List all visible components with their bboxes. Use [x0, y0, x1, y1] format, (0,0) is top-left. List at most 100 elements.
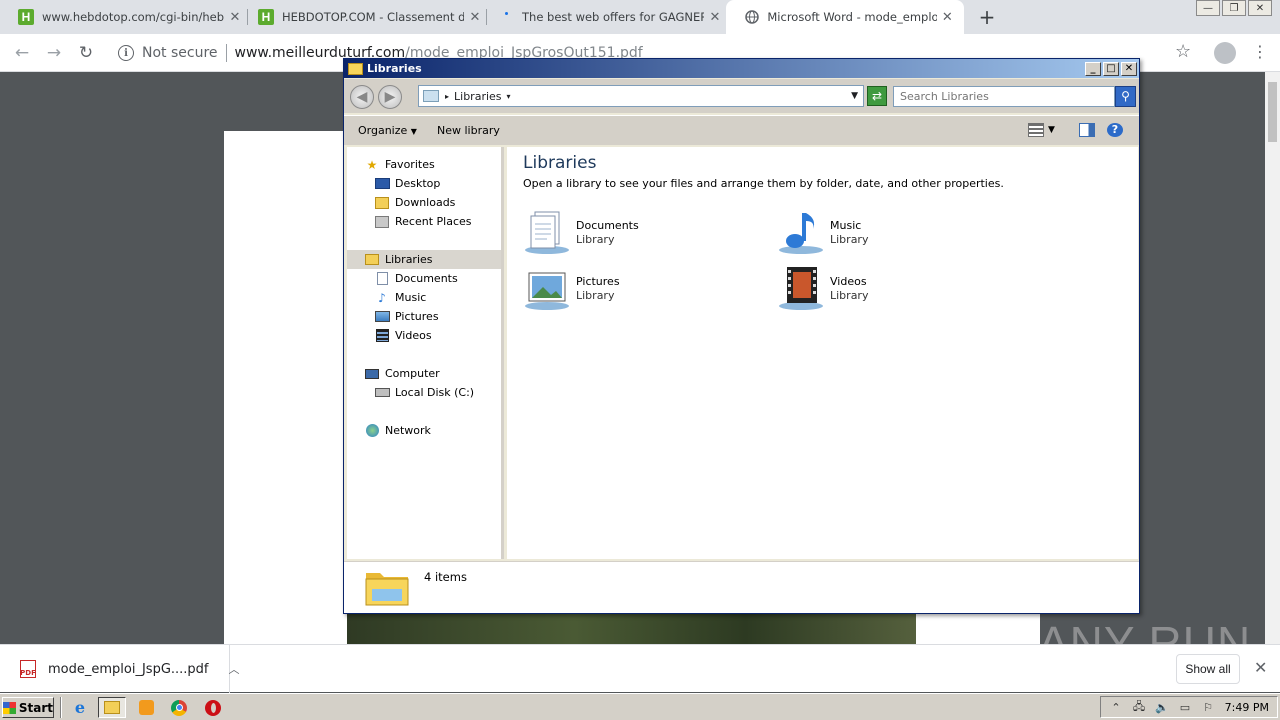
minimize-button[interactable]: —	[1196, 0, 1220, 16]
opera-icon[interactable]	[199, 697, 227, 718]
back-button[interactable]: ◀	[350, 85, 374, 109]
window-controls: — ❐ ✕	[1194, 0, 1272, 16]
tab-web-offers[interactable]: The best web offers for GAGNER AU ✕	[480, 0, 732, 34]
nav-favorites[interactable]: ★ Favorites	[364, 155, 435, 174]
help-icon[interactable]: ?	[1107, 123, 1123, 137]
documents-library-icon	[523, 209, 571, 255]
document-icon	[374, 272, 390, 286]
forward-arrow-icon[interactable]: →	[42, 41, 66, 65]
search-input[interactable]	[893, 86, 1115, 107]
explorer-window-controls: _ □ ✕	[1083, 61, 1139, 76]
command-bar: Organize ▼ New library ▼ ?	[344, 115, 1139, 145]
nav-pictures[interactable]: Pictures	[374, 307, 439, 326]
show-hidden-icons-icon[interactable]: ⌃	[1109, 701, 1123, 714]
download-item[interactable]: PDF mode_emploi_JspG....pdf ︿	[0, 645, 240, 693]
close-button[interactable]: ✕	[1121, 61, 1137, 76]
scrollbar-thumb[interactable]	[1268, 82, 1277, 142]
show-all-button[interactable]: Show all	[1176, 654, 1240, 684]
tab-title: The best web offers for GAGNER AU	[522, 10, 704, 24]
nav-music[interactable]: ♪ Music	[374, 288, 426, 307]
nav-libraries[interactable]: Libraries	[347, 250, 501, 269]
windows-logo-icon	[3, 701, 16, 714]
nav-label: Computer	[385, 367, 440, 380]
restore-button[interactable]: ❐	[1222, 0, 1246, 16]
start-label: Start	[18, 700, 53, 715]
start-button[interactable]: Start	[2, 697, 54, 718]
info-icon[interactable]: i	[118, 45, 134, 61]
close-icon[interactable]: ✕	[1254, 658, 1267, 677]
view-options-dropdown-icon[interactable]: ▼	[1048, 125, 1055, 135]
nav-videos[interactable]: Videos	[374, 326, 432, 345]
pdf-file-icon: PDF	[20, 660, 36, 678]
clock[interactable]: 7:49 PM	[1225, 701, 1269, 714]
search-icon[interactable]: ⚲	[1115, 86, 1136, 107]
library-music[interactable]: Music Library	[777, 209, 1017, 259]
minimize-button[interactable]: _	[1085, 61, 1101, 76]
content-description: Open a library to see your files and arr…	[523, 177, 1004, 190]
tab-hebdotop-classement[interactable]: H HEBDOTOP.COM - Classement de sit ✕	[240, 0, 492, 34]
forward-button[interactable]: ▶	[378, 85, 402, 109]
content-pane: Libraries Open a library to see your fil…	[507, 147, 1138, 559]
nav-local-disk[interactable]: Local Disk (C:)	[374, 383, 474, 402]
close-icon[interactable]: ✕	[941, 10, 954, 25]
network-globe-icon	[364, 424, 380, 438]
organize-button[interactable]: Organize ▼	[358, 124, 417, 137]
libraries-folder-icon	[364, 567, 410, 607]
library-documents[interactable]: Documents Library	[523, 209, 763, 259]
chrome-icon[interactable]	[165, 697, 193, 718]
download-file-name: mode_emploi_JspG....pdf	[48, 661, 209, 677]
refresh-button[interactable]: ⇄	[867, 86, 887, 106]
nav-downloads[interactable]: Downloads	[374, 193, 455, 212]
nav-desktop[interactable]: Desktop	[374, 174, 440, 193]
change-view-icon[interactable]	[1028, 123, 1044, 137]
tab-title: HEBDOTOP.COM - Classement de sit	[282, 10, 464, 24]
maximize-button[interactable]: □	[1103, 61, 1119, 76]
media-player-icon[interactable]	[132, 697, 160, 718]
divider	[225, 44, 227, 62]
profile-avatar-icon[interactable]	[1214, 42, 1236, 64]
reload-icon[interactable]: ↻	[74, 41, 98, 65]
nav-network[interactable]: Network	[364, 421, 431, 440]
explorer-titlebar[interactable]: Libraries _ □ ✕	[344, 59, 1139, 78]
library-type: Library	[576, 289, 615, 302]
chevron-right-icon[interactable]: ▸	[445, 92, 449, 101]
library-type: Library	[830, 289, 869, 302]
volume-icon[interactable]: 🔈	[1155, 701, 1169, 714]
preview-pane-icon[interactable]	[1079, 123, 1095, 137]
library-pictures[interactable]: Pictures Library	[523, 265, 763, 315]
tab-title: www.hebdotop.com/cgi-bin/hebdoto	[42, 10, 224, 24]
pdf-page-strip	[916, 614, 1040, 644]
chrome-menu-icon[interactable]: ⋮	[1252, 42, 1268, 61]
internet-explorer-icon[interactable]: e	[66, 697, 94, 718]
tab-microsoft-word-pdf[interactable]: Microsoft Word - mode_emploi_JspG ✕	[726, 0, 964, 34]
download-shelf: PDF mode_emploi_JspG....pdf ︿ Show all ✕	[0, 644, 1280, 693]
explorer-address-bar: ◀ ▶ ▸ Libraries ▾ ▼ ⇄ ⚲	[344, 79, 1139, 113]
new-library-button[interactable]: New library	[437, 124, 500, 137]
music-library-icon	[777, 209, 825, 255]
nav-computer[interactable]: Computer	[364, 364, 440, 383]
nav-label: Music	[395, 291, 427, 304]
taskbar-separator	[60, 697, 62, 718]
bookmark-star-icon[interactable]: ☆	[1175, 41, 1191, 62]
explorer-taskbar-icon[interactable]	[98, 697, 126, 718]
tab-title: Microsoft Word - mode_emploi_JspG	[767, 10, 937, 24]
breadcrumb[interactable]: ▸ Libraries ▾ ▼	[418, 85, 864, 107]
chevron-up-icon[interactable]: ︿	[229, 661, 240, 677]
action-center-flag-icon[interactable]: ⚐	[1201, 701, 1215, 714]
page-scrollbar[interactable]	[1265, 72, 1280, 644]
close-icon[interactable]: ✕	[708, 10, 722, 25]
chevron-down-icon[interactable]: ▾	[507, 92, 511, 101]
nav-documents[interactable]: Documents	[374, 269, 458, 288]
nav-label: Favorites	[385, 158, 435, 171]
tab-hebdotop-cgi[interactable]: H www.hebdotop.com/cgi-bin/hebdoto ✕	[0, 0, 252, 34]
explorer-window: Libraries _ □ ✕ ◀ ▶ ▸ Libraries ▾ ▼ ⇄ ⚲ …	[343, 58, 1140, 614]
nav-recent-places[interactable]: Recent Places	[374, 212, 472, 231]
library-videos[interactable]: Videos Library	[777, 265, 1017, 315]
back-arrow-icon[interactable]: ←	[10, 41, 34, 65]
breadcrumb-libraries[interactable]: Libraries	[454, 90, 502, 103]
close-window-button[interactable]: ✕	[1248, 0, 1272, 16]
new-tab-button[interactable]: +	[975, 5, 999, 29]
address-history-dropdown-icon[interactable]: ▼	[851, 91, 858, 101]
monitor-icon[interactable]: ▭	[1178, 701, 1192, 714]
network-icon[interactable]: 🖧	[1132, 698, 1146, 717]
